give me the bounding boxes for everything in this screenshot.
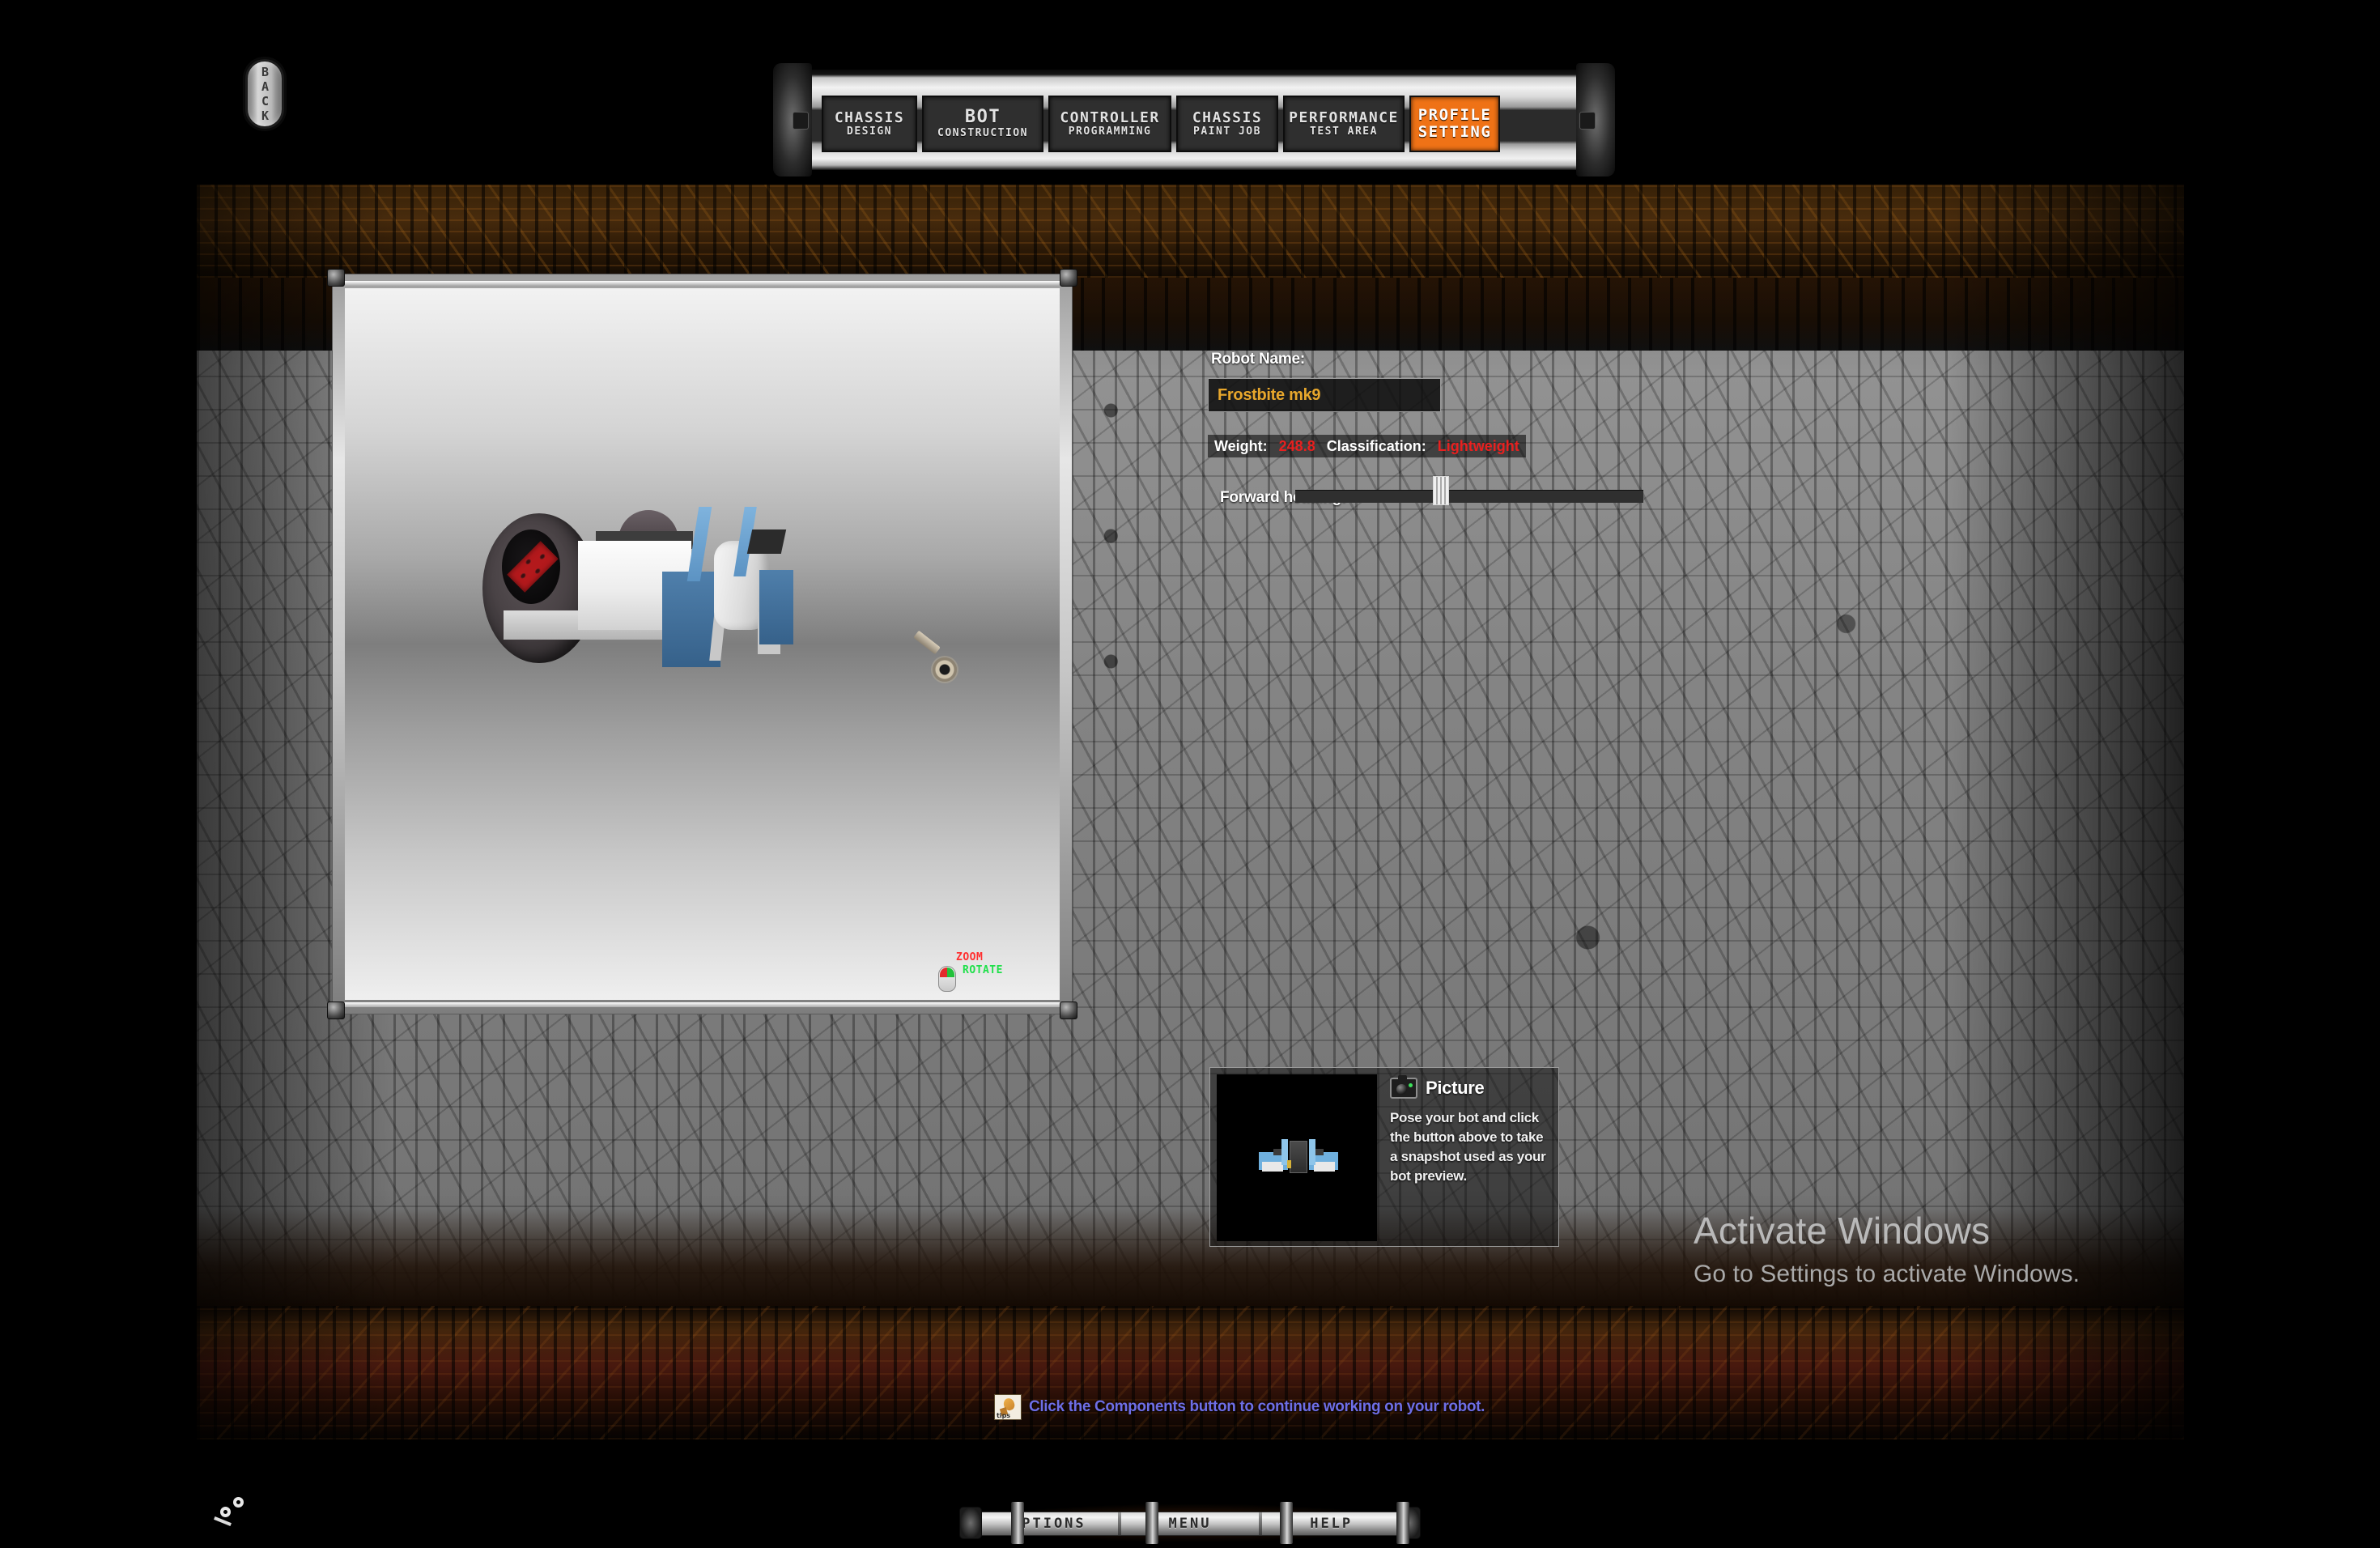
viewport-canvas[interactable]: ZOOM ROTATE xyxy=(345,288,1060,1000)
nav-tab-bot-construction[interactable]: BOT CONSTRUCTION xyxy=(922,96,1043,152)
thumbnail-bot-sprite xyxy=(1259,1138,1338,1176)
corner-marker-ring xyxy=(233,1497,244,1508)
windows-activation-watermark: Activate Windows Go to Settings to activ… xyxy=(1694,1210,2147,1289)
thumb-amber-part xyxy=(1287,1160,1291,1168)
nav-tab-label-line2: TEST AREA xyxy=(1310,125,1378,138)
nav-tab-chassis-design[interactable]: CHASSIS DESIGN xyxy=(822,96,917,152)
nav-tab-label-line2: PAINT JOB xyxy=(1193,125,1261,138)
bottom-toolbar-cap-left xyxy=(959,1507,982,1539)
component-gear xyxy=(933,657,957,682)
watermark-title: Activate Windows xyxy=(1694,1210,1991,1252)
thumb-dot-left xyxy=(1273,1149,1281,1155)
bottom-toolbar-pillar xyxy=(1011,1502,1024,1544)
menu-button[interactable]: MENU xyxy=(1121,1516,1260,1532)
zoom-hint-label: ZOOM xyxy=(956,951,984,963)
bot-preview-thumbnail xyxy=(1217,1074,1377,1241)
robot-dark-nub xyxy=(746,529,787,554)
mouse-left-button xyxy=(940,968,947,977)
corner-marker-ring xyxy=(220,1507,231,1517)
forward-heading-slider-track[interactable] xyxy=(1295,490,1643,503)
classification-value: Lightweight xyxy=(1437,437,1519,454)
corner-marker-icon xyxy=(212,1494,249,1529)
camera-viewfinder xyxy=(1398,1075,1407,1079)
tip-bar: tips Click the Components button to cont… xyxy=(994,1394,1485,1420)
nav-tab-label-line1: PROFILE xyxy=(1417,105,1492,124)
viewport-rail-top xyxy=(339,281,1065,286)
loose-component-part xyxy=(912,630,960,682)
picture-panel-header: Picture xyxy=(1390,1075,1485,1099)
robot-model xyxy=(474,491,957,693)
thumb-core xyxy=(1290,1141,1307,1173)
forward-heading-slider-handle[interactable] xyxy=(1433,476,1449,505)
robot-3d-viewport[interactable]: ZOOM ROTATE xyxy=(327,269,1077,1019)
nav-tab-label-line2: CONSTRUCTION xyxy=(937,127,1028,140)
camera-icon[interactable] xyxy=(1390,1075,1417,1099)
tips-icon-caption: tips xyxy=(997,1412,1011,1419)
tip-message: Click the Components button to continue … xyxy=(1029,1398,1485,1415)
nav-tab-label-line1: CONTROLLER xyxy=(1060,108,1160,126)
bottom-toolbar-pillar xyxy=(1280,1502,1293,1544)
nav-tab-performance-test-area[interactable]: PERFORMANCE TEST AREA xyxy=(1283,96,1405,152)
bottom-toolbar-pillar xyxy=(1396,1502,1409,1544)
robot-blue-panel xyxy=(759,570,793,644)
hub-bolt xyxy=(525,558,533,566)
corner-marker-line xyxy=(214,1516,232,1526)
picture-panel: Picture Pose your bot and click the butt… xyxy=(1209,1067,1559,1247)
nav-tab-chassis-paint-job[interactable]: CHASSIS PAINT JOB xyxy=(1176,96,1278,152)
robot-name-value: Frostbite mk9 xyxy=(1218,385,1321,404)
hub-bolt xyxy=(519,572,527,580)
background-band-top xyxy=(197,185,2184,278)
viewport-bolt-bottom-left xyxy=(327,1002,345,1019)
bottom-toolbar-pillar xyxy=(1145,1502,1158,1544)
nav-tab-label-line2: SETTING xyxy=(1417,123,1492,141)
options-button[interactable]: OPTIONS xyxy=(980,1516,1118,1532)
picture-panel-title: Picture xyxy=(1426,1078,1485,1098)
bottom-toolbar-plate: OPTIONS MENU HELP xyxy=(979,1512,1401,1536)
top-navigation-bar: CHASSIS DESIGN BOT CONSTRUCTION CONTROLLER PR… xyxy=(773,63,1615,176)
weight-value: 248.8 xyxy=(1278,437,1315,454)
nav-tab-label-line1: CHASSIS xyxy=(1192,108,1263,126)
mouse-icon xyxy=(938,966,956,992)
robot-name-label: Robot Name: xyxy=(1211,351,1306,368)
thumb-wheel-left xyxy=(1262,1162,1283,1172)
nav-tab-label-line1: BOT xyxy=(964,107,1001,128)
nav-rack-cap-left xyxy=(773,63,812,176)
mouse-right-button xyxy=(947,968,954,977)
weight-label: Weight: xyxy=(1214,437,1268,454)
back-button[interactable]: BACK xyxy=(245,59,284,129)
watermark-subtitle: Go to Settings to activate Windows. xyxy=(1694,1260,2080,1287)
nav-tab-label-line1: CHASSIS xyxy=(834,108,905,126)
hub-bolt xyxy=(538,552,546,561)
camera-led xyxy=(1409,1083,1413,1087)
bottom-toolbar: OPTIONS MENU HELP xyxy=(959,1502,1421,1544)
viewport-rail-bottom xyxy=(339,1002,1065,1007)
viewport-bolt-top-left xyxy=(327,269,345,287)
nav-tab-label-line1: PERFORMANCE xyxy=(1289,108,1399,126)
tips-lightbulb-icon: tips xyxy=(994,1394,1022,1420)
nav-rack-cap-right xyxy=(1576,63,1615,176)
nav-tab-list: CHASSIS DESIGN BOT CONSTRUCTION CONTROLLER PR… xyxy=(822,96,1566,152)
nav-tab-label-line2: DESIGN xyxy=(847,125,892,138)
component-shaft xyxy=(913,630,941,655)
rotate-hint-label: ROTATE xyxy=(963,964,1003,976)
hub-bolt xyxy=(533,567,542,575)
nav-tab-label-line2: PROGRAMMING xyxy=(1068,125,1152,138)
viewport-bolt-bottom-right xyxy=(1060,1002,1077,1019)
camera-lens xyxy=(1396,1084,1407,1095)
thumb-wheel-right xyxy=(1314,1162,1335,1172)
robot-name-input[interactable]: Frostbite mk9 xyxy=(1208,378,1441,412)
viewport-bolt-top-right xyxy=(1060,269,1077,287)
viewport-control-hint: ZOOM ROTATE xyxy=(938,950,1043,992)
robot-stats-row: Weight: 248.8 Classification: Lightweigh… xyxy=(1208,435,1526,457)
nav-tab-profile-setting[interactable]: PROFILE SETTING xyxy=(1409,96,1500,152)
back-button-label: BACK xyxy=(257,65,273,123)
thumb-bar-right xyxy=(1309,1139,1315,1165)
thumb-dot-right xyxy=(1315,1149,1324,1155)
picture-panel-description: Pose your bot and click the button above… xyxy=(1390,1110,1546,1184)
nav-tab-controller-programming[interactable]: CONTROLLER PROGRAMMING xyxy=(1048,96,1171,152)
classification-label: Classification: xyxy=(1326,437,1426,454)
app-window: BACK CHASSIS DESIGN BOT CONSTRUCTION CONTROL… xyxy=(0,0,2380,1548)
